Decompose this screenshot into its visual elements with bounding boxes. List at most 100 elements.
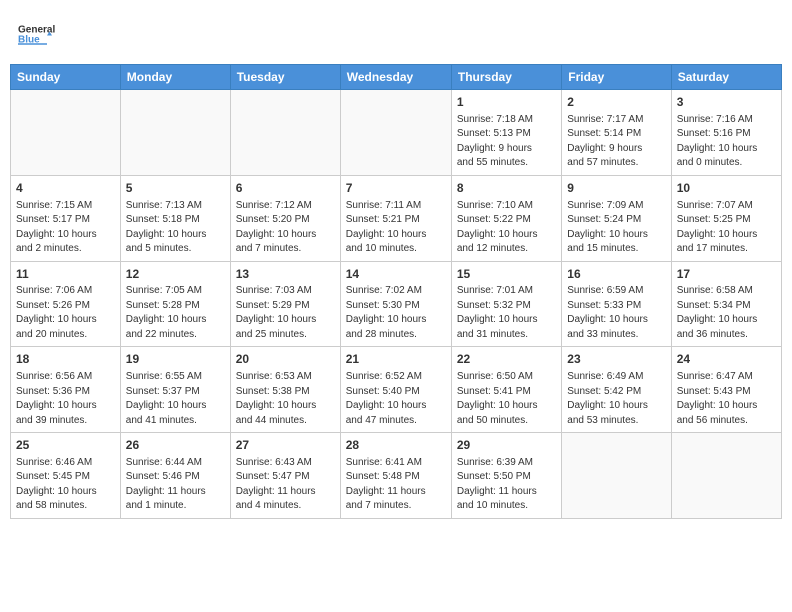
day-info: Sunrise: 7:17 AMSunset: 5:14 PMDaylight:… — [567, 113, 665, 171]
week-row-0: 1 Sunrise: 7:18 AMSunset: 5:13 PMDaylight… — [11, 90, 782, 176]
day-info: Sunrise: 7:02 AMSunset: 5:30 PMDaylight:… — [346, 284, 446, 342]
day-number: 10 — [677, 180, 776, 197]
calendar-cell: 7 Sunrise: 7:11 AMSunset: 5:21 PMDaylight… — [340, 175, 451, 261]
calendar-cell: 17Sunrise: 6:58 AMSunset: 5:34 PMDayligh… — [671, 261, 781, 347]
day-number: 3 — [677, 94, 776, 111]
calendar-cell: 12Sunrise: 7:05 AMSunset: 5:28 PMDayligh… — [120, 261, 230, 347]
week-row-4: 25Sunrise: 6:46 AMSunset: 5:45 PMDayligh… — [11, 433, 782, 519]
day-number: 19 — [126, 351, 225, 368]
day-number: 14 — [346, 266, 446, 283]
calendar-cell: 21 Sunrise: 6:52 AMSunset: 5:40 PMDayligh… — [340, 347, 451, 433]
day-number: 4 — [16, 180, 115, 197]
calendar-cell: 4 Sunrise: 7:15 AMSunset: 5:17 PMDaylight… — [11, 175, 121, 261]
day-info: Sunrise: 6:52 AMSunset: 5:40 PMDaylight:… — [346, 370, 446, 428]
calendar-cell: 13Sunrise: 7:03 AMSunset: 5:29 PMDayligh… — [230, 261, 340, 347]
weekday-header-tuesday: Tuesday — [230, 65, 340, 90]
day-info: Sunrise: 7:05 AMSunset: 5:28 PMDaylight:… — [126, 284, 225, 342]
day-info: Sunrise: 7:16 AMSunset: 5:16 PMDaylight:… — [677, 113, 776, 171]
calendar-cell: 15Sunrise: 7:01 AMSunset: 5:32 PMDayligh… — [451, 261, 561, 347]
calendar-cell: 26 Sunrise: 6:44 AMSunset: 5:46 PMDayligh… — [120, 433, 230, 519]
calendar-cell: 1 Sunrise: 7:18 AMSunset: 5:13 PMDaylight… — [451, 90, 561, 176]
calendar-cell: 29Sunrise: 6:39 AMSunset: 5:50 PMDayligh… — [451, 433, 561, 519]
day-info: Sunrise: 6:55 AMSunset: 5:37 PMDaylight:… — [126, 370, 225, 428]
day-number: 27 — [236, 437, 335, 454]
day-info: Sunrise: 7:15 AMSunset: 5:17 PMDaylight:… — [16, 199, 115, 257]
day-info: Sunrise: 7:07 AMSunset: 5:25 PMDaylight:… — [677, 199, 776, 257]
day-info: Sunrise: 6:49 AMSunset: 5:42 PMDaylight:… — [567, 370, 665, 428]
weekday-header-sunday: Sunday — [11, 65, 121, 90]
calendar-cell — [562, 433, 671, 519]
calendar-cell: 11Sunrise: 7:06 AMSunset: 5:26 PMDayligh… — [11, 261, 121, 347]
calendar-cell: 2 Sunrise: 7:17 AMSunset: 5:14 PMDaylight… — [562, 90, 671, 176]
day-info: Sunrise: 6:59 AMSunset: 5:33 PMDaylight:… — [567, 284, 665, 342]
calendar-cell: 10 Sunrise: 7:07 AMSunset: 5:25 PMDayligh… — [671, 175, 781, 261]
day-info: Sunrise: 6:44 AMSunset: 5:46 PMDaylight:… — [126, 456, 225, 514]
calendar-cell: 25Sunrise: 6:46 AMSunset: 5:45 PMDayligh… — [11, 433, 121, 519]
week-row-3: 18 Sunrise: 6:56 AMSunset: 5:36 PMDayligh… — [11, 347, 782, 433]
week-row-2: 11Sunrise: 7:06 AMSunset: 5:26 PMDayligh… — [11, 261, 782, 347]
day-number: 11 — [16, 266, 115, 283]
calendar-cell — [11, 90, 121, 176]
day-number: 28 — [346, 437, 446, 454]
day-info: Sunrise: 7:13 AMSunset: 5:18 PMDaylight:… — [126, 199, 225, 257]
calendar-cell: 23 Sunrise: 6:49 AMSunset: 5:42 PMDayligh… — [562, 347, 671, 433]
day-info: Sunrise: 7:09 AMSunset: 5:24 PMDaylight:… — [567, 199, 665, 257]
day-number: 24 — [677, 351, 776, 368]
day-number: 13 — [236, 266, 335, 283]
weekday-header-monday: Monday — [120, 65, 230, 90]
calendar-cell — [671, 433, 781, 519]
day-info: Sunrise: 6:41 AMSunset: 5:48 PMDaylight:… — [346, 456, 446, 514]
day-number: 20 — [236, 351, 335, 368]
calendar-cell — [230, 90, 340, 176]
day-info: Sunrise: 6:39 AMSunset: 5:50 PMDaylight:… — [457, 456, 556, 514]
day-info: Sunrise: 6:56 AMSunset: 5:36 PMDaylight:… — [16, 370, 115, 428]
day-number: 5 — [126, 180, 225, 197]
calendar-cell — [340, 90, 451, 176]
day-info: Sunrise: 7:10 AMSunset: 5:22 PMDaylight:… — [457, 199, 556, 257]
day-number: 21 — [346, 351, 446, 368]
day-number: 2 — [567, 94, 665, 111]
day-info: Sunrise: 7:18 AMSunset: 5:13 PMDaylight:… — [457, 113, 556, 171]
day-info: Sunrise: 7:03 AMSunset: 5:29 PMDaylight:… — [236, 284, 335, 342]
calendar-cell: 28 Sunrise: 6:41 AMSunset: 5:48 PMDayligh… — [340, 433, 451, 519]
day-number: 22 — [457, 351, 556, 368]
day-info: Sunrise: 7:06 AMSunset: 5:26 PMDaylight:… — [16, 284, 115, 342]
calendar-cell: 22 Sunrise: 6:50 AMSunset: 5:41 PMDayligh… — [451, 347, 561, 433]
week-row-1: 4 Sunrise: 7:15 AMSunset: 5:17 PMDaylight… — [11, 175, 782, 261]
day-info: Sunrise: 6:47 AMSunset: 5:43 PMDaylight:… — [677, 370, 776, 428]
day-info: Sunrise: 7:12 AMSunset: 5:20 PMDaylight:… — [236, 199, 335, 257]
day-number: 23 — [567, 351, 665, 368]
day-info: Sunrise: 6:58 AMSunset: 5:34 PMDaylight:… — [677, 284, 776, 342]
calendar-cell: 20 Sunrise: 6:53 AMSunset: 5:38 PMDayligh… — [230, 347, 340, 433]
calendar-cell: 9 Sunrise: 7:09 AMSunset: 5:24 PMDaylight… — [562, 175, 671, 261]
day-info: Sunrise: 7:01 AMSunset: 5:32 PMDaylight:… — [457, 284, 556, 342]
calendar-cell: 6Sunrise: 7:12 AMSunset: 5:20 PMDaylight… — [230, 175, 340, 261]
calendar-cell — [120, 90, 230, 176]
calendar-cell: 16Sunrise: 6:59 AMSunset: 5:33 PMDayligh… — [562, 261, 671, 347]
calendar-cell: 27 Sunrise: 6:43 AMSunset: 5:47 PMDayligh… — [230, 433, 340, 519]
day-info: Sunrise: 7:11 AMSunset: 5:21 PMDaylight:… — [346, 199, 446, 257]
day-number: 7 — [346, 180, 446, 197]
day-info: Sunrise: 6:53 AMSunset: 5:38 PMDaylight:… — [236, 370, 335, 428]
day-info: Sunrise: 6:43 AMSunset: 5:47 PMDaylight:… — [236, 456, 335, 514]
weekday-header-row: SundayMondayTuesdayWednesdayThursdayFrid… — [11, 65, 782, 90]
day-number: 15 — [457, 266, 556, 283]
day-number: 17 — [677, 266, 776, 283]
calendar-cell: 24 Sunrise: 6:47 AMSunset: 5:43 PMDayligh… — [671, 347, 781, 433]
day-number: 26 — [126, 437, 225, 454]
calendar-cell: 3 Sunrise: 7:16 AMSunset: 5:16 PMDaylight… — [671, 90, 781, 176]
weekday-header-saturday: Saturday — [671, 65, 781, 90]
day-number: 12 — [126, 266, 225, 283]
day-number: 9 — [567, 180, 665, 197]
day-number: 1 — [457, 94, 556, 111]
calendar-cell: 5 Sunrise: 7:13 AMSunset: 5:18 PMDaylight… — [120, 175, 230, 261]
day-number: 16 — [567, 266, 665, 283]
calendar-cell: 18 Sunrise: 6:56 AMSunset: 5:36 PMDayligh… — [11, 347, 121, 433]
day-number: 18 — [16, 351, 115, 368]
calendar-table: SundayMondayTuesdayWednesdayThursdayFrid… — [10, 64, 782, 519]
weekday-header-friday: Friday — [562, 65, 671, 90]
day-info: Sunrise: 6:46 AMSunset: 5:45 PMDaylight:… — [16, 456, 115, 514]
page-header: General Blue — [10, 10, 782, 58]
day-info: Sunrise: 6:50 AMSunset: 5:41 PMDaylight:… — [457, 370, 556, 428]
weekday-header-thursday: Thursday — [451, 65, 561, 90]
